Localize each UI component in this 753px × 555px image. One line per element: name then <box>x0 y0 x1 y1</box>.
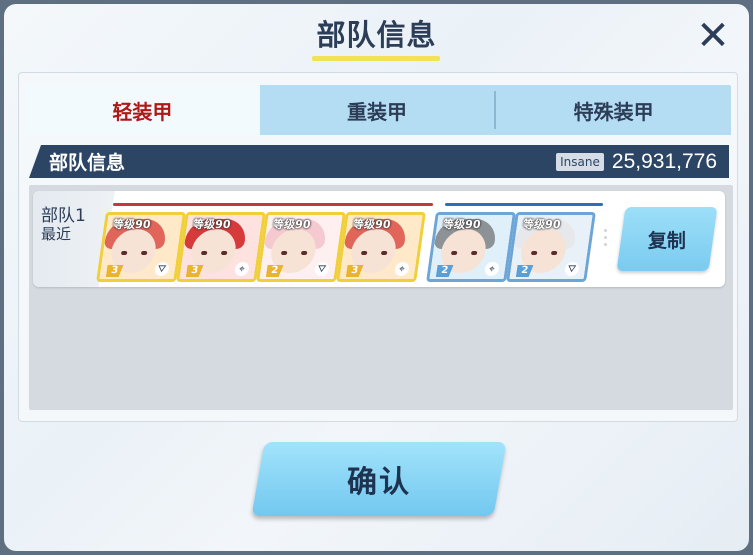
confirm-button[interactable]: 确认 <box>251 442 507 516</box>
info-bar: 部队信息 Insane 25,931,776 <box>29 145 729 178</box>
content-panel: 轻装甲 重装甲 特殊装甲 部队信息 Insane 25,931,776 部队1 … <box>18 72 738 422</box>
close-icon[interactable]: ✕ <box>691 14 735 58</box>
student-level: 等级90 <box>442 218 482 231</box>
student-level: 等级90 <box>192 218 232 231</box>
striker-student-card[interactable]: 等级90 3 ⌖ <box>336 212 426 282</box>
student-level: 等级90 <box>352 218 392 231</box>
team-row: 部队1 最近 等级90 3 ⛛ 等级90 3 ⌖ 等级90 2 ⛛ 等级90 3 ⌖ 等级90 2 ⌖ 等级9… <box>33 191 725 287</box>
student-level: 等级90 <box>272 218 312 231</box>
tab-heavy-armor[interactable]: 重装甲 <box>260 85 495 135</box>
tab-special-armor[interactable]: 特殊装甲 <box>496 85 731 135</box>
confirm-button-label: 确认 <box>347 465 411 500</box>
score-value: 25,931,776 <box>611 149 717 173</box>
student-level: 等级90 <box>522 218 562 231</box>
striker-student-card[interactable]: 等级90 2 ⛛ <box>256 212 346 282</box>
special-student-card[interactable]: 等级90 2 ⌖ <box>426 212 516 282</box>
armor-tabs: 轻装甲 重装甲 特殊装甲 <box>25 85 731 135</box>
student-level: 等级90 <box>112 218 152 231</box>
striker-student-card[interactable]: 等级90 3 ⛛ <box>96 212 186 282</box>
team-list: 部队1 最近 等级90 3 ⛛ 等级90 3 ⌖ 等级90 2 ⛛ 等级90 3 ⌖ 等级90 2 ⌖ 等级9… <box>29 185 733 410</box>
title-underline <box>312 56 440 61</box>
special-line <box>445 203 603 206</box>
team-subtitle: 最近 <box>41 225 72 243</box>
dialog-title: 部队信息 <box>316 18 437 52</box>
tab-light-armor[interactable]: 轻装甲 <box>25 85 260 135</box>
striker-line <box>113 203 433 206</box>
striker-student-card[interactable]: 等级90 3 ⌖ <box>176 212 266 282</box>
difficulty-badge: Insane <box>556 152 604 171</box>
special-student-card[interactable]: 等级90 2 ⛛ <box>506 212 596 282</box>
info-bar-title: 部队信息 <box>49 152 126 174</box>
copy-button-label: 复制 <box>647 229 686 252</box>
separator-dots <box>604 229 608 250</box>
copy-button[interactable]: 复制 <box>616 207 718 271</box>
team-info-dialog: 部队信息 ✕ 轻装甲 重装甲 特殊装甲 部队信息 Insane 25,931,7… <box>4 4 749 551</box>
